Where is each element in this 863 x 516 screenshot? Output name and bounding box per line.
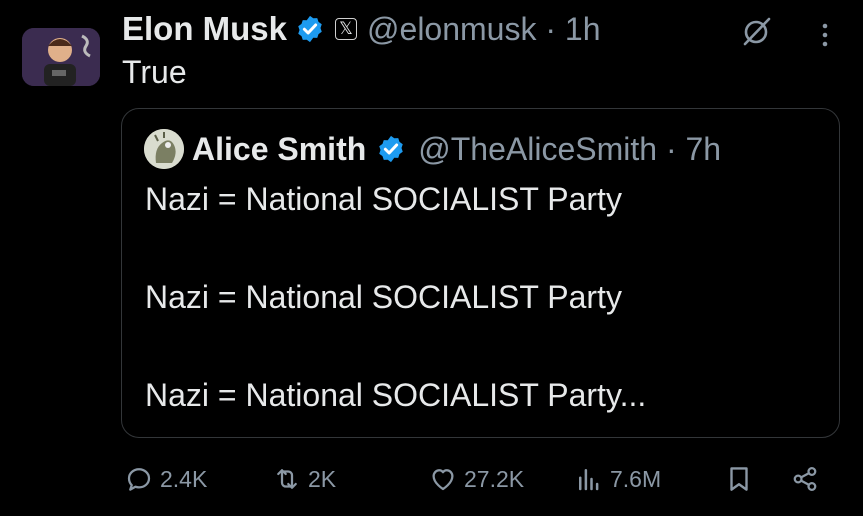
tweet-text: True — [122, 54, 187, 90]
author-name[interactable]: Elon Musk — [122, 10, 287, 48]
reply-button[interactable]: 2.4K — [124, 464, 207, 494]
grok-icon[interactable] — [740, 14, 774, 48]
author-avatar[interactable] — [22, 28, 100, 86]
repost-icon — [277, 469, 297, 489]
share-button[interactable] — [790, 464, 826, 494]
verified-badge-icon[interactable] — [376, 134, 406, 164]
quoted-tweet-card[interactable]: Alice Smith @TheAliceSmith · 7h Nazi = N… — [121, 108, 840, 438]
bookmark-icon — [730, 467, 748, 491]
quoted-tweet-header: Alice Smith @TheAliceSmith · 7h — [144, 127, 721, 171]
quoted-text-line: Nazi = National SOCIALIST Party — [145, 279, 622, 315]
quoted-text-line: Nazi = National SOCIALIST Party — [145, 181, 622, 217]
views-count: 7.6M — [610, 465, 662, 492]
author-handle-time[interactable]: @elonmusk · 1h — [367, 11, 600, 48]
reply-icon — [127, 468, 151, 491]
bookmark-button[interactable] — [724, 464, 760, 494]
repost-count: 2K — [308, 465, 337, 492]
quoted-author-handle-time[interactable]: @TheAliceSmith · 7h — [418, 131, 721, 168]
more-icon[interactable] — [818, 22, 832, 48]
avatar-image — [22, 28, 100, 86]
quoted-text-line: Nazi = National SOCIALIST Party... — [145, 377, 647, 413]
like-icon — [432, 469, 454, 491]
reply-count: 2.4K — [160, 465, 208, 492]
share-icon — [793, 466, 817, 492]
quoted-avatar-image — [144, 129, 184, 169]
verified-badge-icon[interactable] — [295, 14, 325, 44]
repost-button[interactable]: 2K — [272, 464, 336, 494]
tweet-header: Elon Musk 𝕏 @elonmusk · 1h — [122, 8, 601, 50]
quoted-author-name[interactable]: Alice Smith — [192, 131, 366, 168]
x-logo-icon: 𝕏 — [335, 18, 358, 40]
quoted-author-avatar[interactable] — [144, 129, 184, 169]
tweet-action-bar: 2.4K 2K 27.2K 7.6M — [0, 460, 863, 500]
views-button[interactable]: 7.6M — [574, 464, 661, 494]
like-count: 27.2K — [464, 465, 525, 492]
views-icon — [579, 469, 599, 491]
like-button[interactable]: 27.2K — [428, 464, 524, 494]
